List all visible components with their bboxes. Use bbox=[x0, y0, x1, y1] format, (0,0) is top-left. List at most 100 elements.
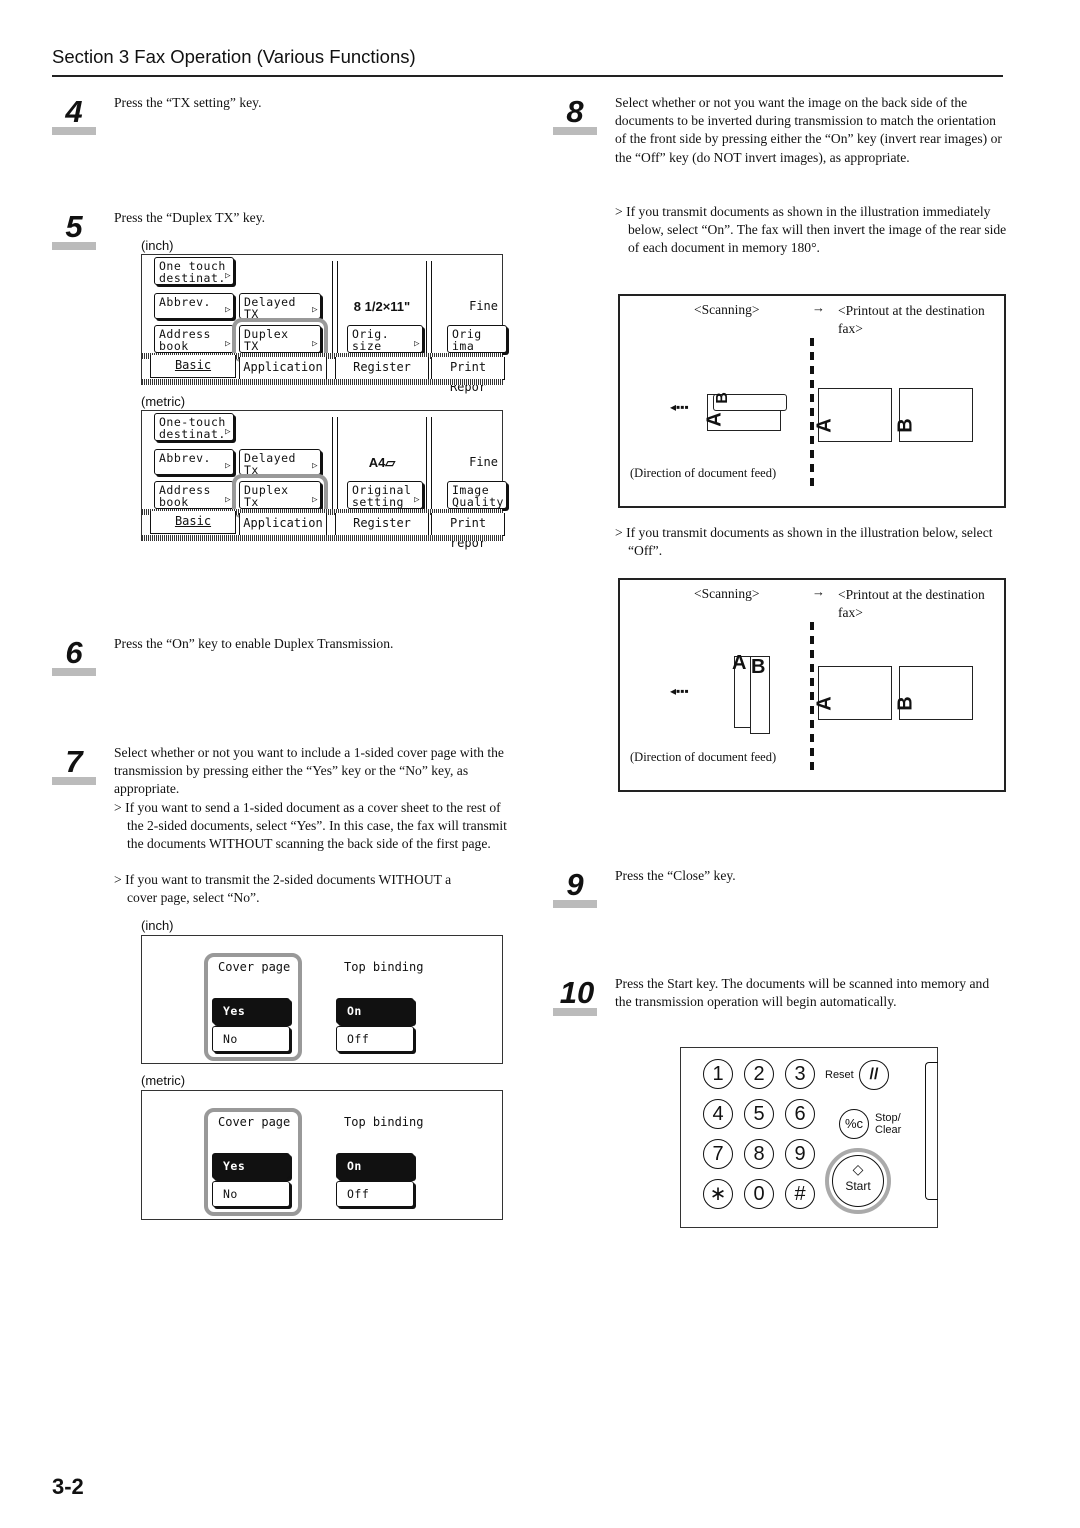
feed-arrow-icon: ◂▪▪▪ bbox=[670, 400, 689, 414]
original-size-button[interactable]: Orig. size setting ▷ bbox=[347, 325, 423, 353]
dashed-divider bbox=[810, 338, 814, 488]
step-4-text: Press the “TX setting” key. bbox=[114, 95, 262, 110]
tab-register[interactable]: Register bbox=[335, 357, 429, 380]
divider bbox=[426, 261, 432, 355]
key-hash[interactable]: # bbox=[785, 1179, 815, 1209]
delayed-tx-button[interactable]: Delayed Tx ▷ bbox=[239, 449, 321, 475]
delayed-tx-button-label: Delayed TX bbox=[244, 295, 304, 319]
scanning-label: <Scanning> bbox=[694, 302, 760, 317]
arrow-right-icon: ▷ bbox=[225, 271, 231, 281]
tab-basic[interactable]: Basic bbox=[150, 355, 236, 378]
stop-clear-button[interactable]: %c bbox=[839, 1109, 869, 1139]
one-touch-button-label: One touch destinat. bbox=[159, 259, 226, 285]
letter-a: A bbox=[732, 652, 747, 674]
address-book-button[interactable]: Address book ▷ bbox=[154, 481, 234, 509]
tab-basic[interactable]: Basic bbox=[150, 511, 236, 534]
step-9-text: Press the “Close” key. bbox=[615, 868, 736, 883]
no-button[interactable]: No bbox=[212, 1181, 290, 1207]
tx-setting-panel-inch: One touch destinat. ▷ Abbrev. ▷ Delayed TX ▷ A… bbox=[141, 254, 507, 394]
step-7-note-yes: > If you want to send a 1-sided document… bbox=[114, 800, 507, 852]
address-book-button[interactable]: Address book ▷ bbox=[154, 325, 234, 353]
tab-bar-hatch bbox=[142, 379, 502, 385]
arrow-right-icon: ▷ bbox=[312, 461, 318, 471]
on-button[interactable]: On bbox=[336, 1153, 414, 1179]
original-size-button-label: Original setting bbox=[352, 483, 412, 509]
one-touch-button[interactable]: One-touch destinat. ▷ bbox=[154, 413, 234, 441]
printout-label: <Printout at the destination fax> bbox=[838, 303, 989, 336]
key-1[interactable]: 1 bbox=[703, 1059, 733, 1089]
side-panel-edge bbox=[925, 1062, 938, 1200]
printout-page-a bbox=[818, 666, 892, 720]
key-6[interactable]: 6 bbox=[785, 1099, 815, 1129]
off-button[interactable]: Off bbox=[336, 1026, 414, 1052]
key-5[interactable]: 5 bbox=[744, 1099, 774, 1129]
reset-label: Reset bbox=[825, 1069, 854, 1081]
reset-button[interactable]: // bbox=[859, 1060, 889, 1090]
abbrev-button[interactable]: Abbrev. ▷ bbox=[154, 293, 234, 319]
original-size-value: A4▱ bbox=[368, 455, 396, 470]
on-button[interactable]: On bbox=[336, 998, 414, 1024]
metric-label: (metric) bbox=[141, 394, 186, 409]
abbrev-button-label: Abbrev. bbox=[159, 451, 211, 465]
abbrev-button-label: Abbrev. bbox=[159, 295, 211, 309]
start-button[interactable]: ◇ Start bbox=[832, 1155, 884, 1207]
key-9[interactable]: 9 bbox=[785, 1139, 815, 1169]
original-size-button[interactable]: Original setting ▷ bbox=[347, 481, 423, 509]
key-4[interactable]: 4 bbox=[703, 1099, 733, 1129]
key-7[interactable]: 7 bbox=[703, 1139, 733, 1169]
step-4-number: 4 bbox=[52, 95, 96, 135]
delayed-tx-button-label: Delayed Tx bbox=[244, 451, 304, 475]
tab-print-report[interactable]: Print repor bbox=[431, 513, 505, 550]
tab-register[interactable]: Register bbox=[335, 513, 429, 536]
key-star[interactable]: ∗ bbox=[703, 1179, 733, 1209]
feed-direction-label: (Direction of document feed) bbox=[630, 466, 777, 480]
step-10-number: 10 bbox=[553, 976, 601, 1016]
yes-button[interactable]: Yes bbox=[212, 1153, 290, 1179]
arrow-right-icon: ▷ bbox=[414, 339, 420, 349]
step-8-text: Select whether or not you want the image… bbox=[615, 95, 1002, 165]
tab-application[interactable]: Application bbox=[239, 513, 327, 536]
step-6-text: Press the “On” key to enable Duplex Tran… bbox=[114, 636, 394, 651]
image-quality-value: Fine bbox=[469, 455, 498, 469]
printout-page-a bbox=[818, 388, 892, 442]
start-diamond-icon: ◇ bbox=[852, 1161, 864, 1177]
original-quality-button-label: Orig ima quality bbox=[452, 327, 482, 353]
arrow-right-icon: → bbox=[812, 300, 825, 315]
tab-application[interactable]: Application bbox=[239, 357, 327, 380]
key-0[interactable]: 0 bbox=[744, 1179, 774, 1209]
diagram-invert-on: <Scanning> → <Printout at the destination … bbox=[618, 294, 1006, 508]
metric-label: (metric) bbox=[141, 1073, 186, 1088]
scanning-label: <Scanning> bbox=[694, 586, 760, 601]
cover-page-label: Cover page bbox=[218, 960, 291, 974]
original-quality-button[interactable]: Orig ima quality bbox=[447, 325, 507, 353]
tab-print-report[interactable]: Print Repor bbox=[431, 357, 505, 394]
address-book-button-label: Address book bbox=[159, 327, 211, 353]
abbrev-button[interactable]: Abbrev. ▷ bbox=[154, 449, 234, 475]
original-size-button-label: Orig. size setting bbox=[352, 327, 390, 353]
page-number: 3-2 bbox=[52, 1474, 84, 1499]
printout-page-b bbox=[899, 666, 973, 720]
original-quality-button[interactable]: Image Quality bbox=[447, 481, 507, 509]
key-3[interactable]: 3 bbox=[785, 1059, 815, 1089]
letter-a: A bbox=[813, 696, 836, 711]
one-touch-button[interactable]: One touch destinat. ▷ bbox=[154, 257, 234, 285]
yes-button[interactable]: Yes bbox=[212, 998, 290, 1024]
step-5-number: 5 bbox=[52, 210, 96, 250]
no-button[interactable]: No bbox=[212, 1026, 290, 1052]
inch-label: (inch) bbox=[141, 238, 174, 253]
step-8-note-off: > If you transmit documents as shown in … bbox=[615, 525, 993, 559]
step-8-note-on: > If you transmit documents as shown in … bbox=[615, 204, 1007, 256]
printout-label: <Printout at the destination fax> bbox=[838, 587, 989, 620]
stop-clear-label: Stop/ Clear bbox=[875, 1112, 902, 1136]
letter-b: B bbox=[713, 392, 731, 404]
header-rule bbox=[52, 75, 1003, 77]
key-2[interactable]: 2 bbox=[744, 1059, 774, 1089]
image-quality-value: Fine bbox=[469, 299, 498, 313]
key-8[interactable]: 8 bbox=[744, 1139, 774, 1169]
arrow-right-icon: ▷ bbox=[225, 305, 231, 315]
one-touch-button-label: One-touch destinat. bbox=[159, 415, 226, 441]
delayed-tx-button[interactable]: Delayed TX ▷ bbox=[239, 293, 321, 319]
off-button[interactable]: Off bbox=[336, 1181, 414, 1207]
arrow-right-icon: ▷ bbox=[225, 339, 231, 349]
top-binding-label: Top binding bbox=[344, 1115, 424, 1129]
